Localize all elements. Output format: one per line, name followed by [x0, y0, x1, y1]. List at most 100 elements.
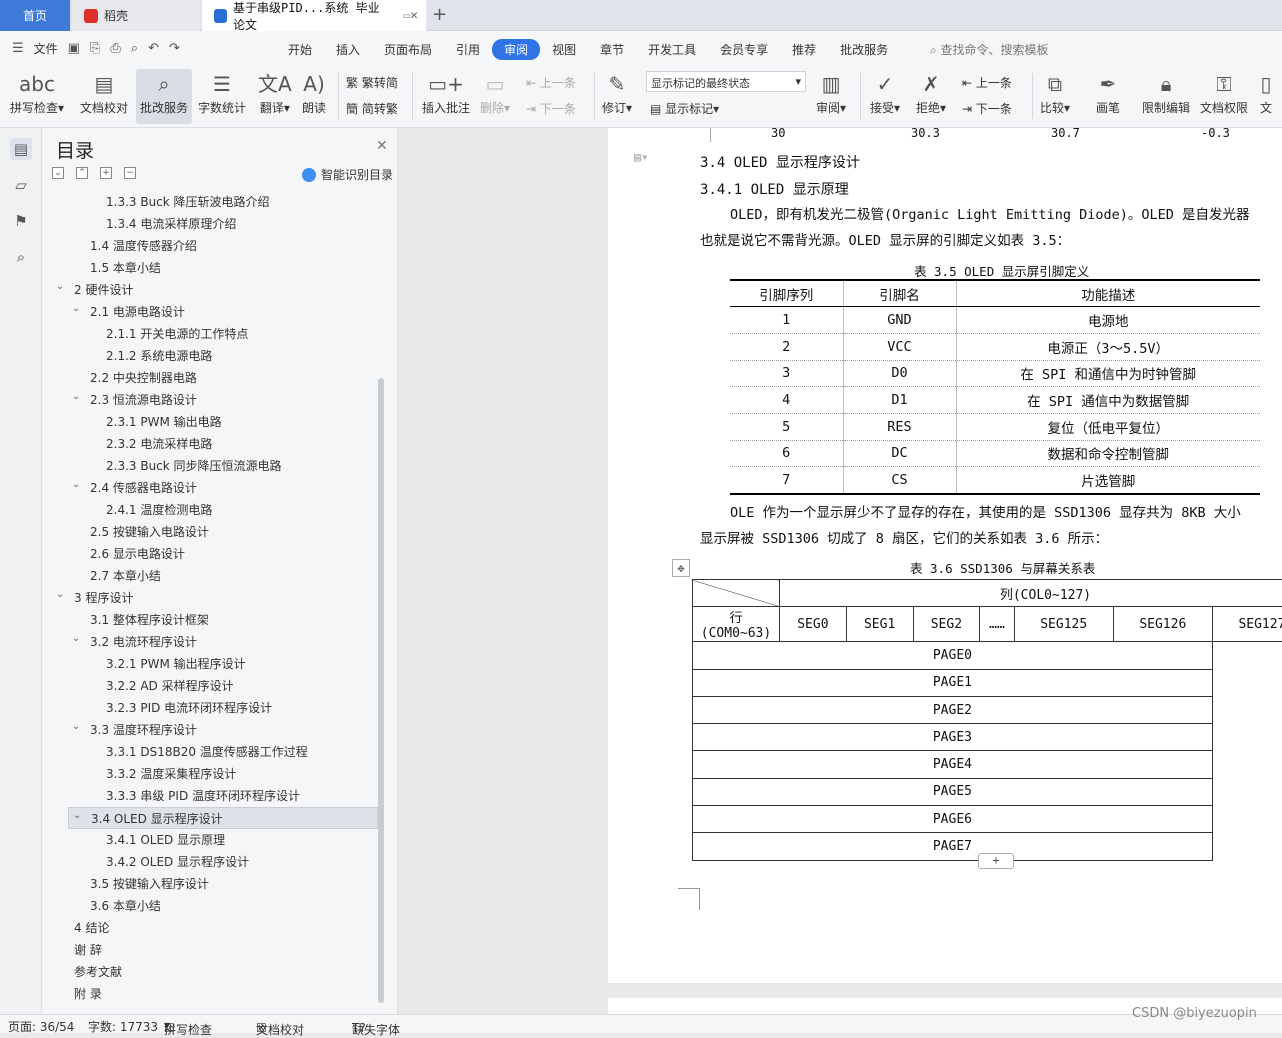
toc-nav-icon[interactable]: ▤ [10, 138, 32, 160]
ribbon-tab[interactable]: 视图 [540, 39, 588, 60]
toc-item[interactable]: 2.3.2 电流采样电路 [42, 433, 378, 455]
toc-item[interactable]: 2.1.2 系统电源电路 [42, 345, 378, 367]
toc-item[interactable]: ⌄2.4 传感器电路设计 [42, 477, 378, 499]
tab-daoke[interactable]: 稻壳 [72, 0, 200, 31]
review-pane-button[interactable]: ▥审阅▾ [816, 69, 846, 116]
chevron-down-icon[interactable]: ⌄ [72, 386, 80, 408]
toc-item[interactable]: ⌄2.3 恒流源电路设计 [42, 389, 378, 411]
ribbon-tab[interactable]: 章节 [588, 39, 636, 60]
ribbon-tab[interactable]: 批改服务 [828, 39, 900, 60]
ribbon-tab[interactable]: 引用 [444, 39, 492, 60]
read-aloud-button[interactable]: A)朗读 [302, 69, 326, 116]
paragraph-marker-icon[interactable]: ▤▾ [634, 150, 648, 164]
toc-item[interactable]: 2.1.1 开关电源的工作特点 [42, 323, 378, 345]
close-icon[interactable]: ✕ [376, 138, 388, 154]
toc-item[interactable]: 3.3.1 DS18B20 温度传感器工作过程 [42, 741, 378, 763]
ribbon-tab[interactable]: 开发工具 [636, 39, 708, 60]
toc-item[interactable]: 参考文献 [42, 961, 378, 983]
chapter-nav-icon[interactable]: ▱ [10, 174, 32, 196]
pin-icon[interactable]: ▭ [404, 9, 411, 22]
reject-button[interactable]: ✗拒绝▾ [916, 69, 946, 116]
page-indicator[interactable]: 页面: 36/54 [8, 1018, 74, 1035]
toc-item[interactable]: ⌄3.3 温度环程序设计 [42, 719, 378, 741]
collapse-all-icon[interactable]: ⌄ [52, 167, 64, 179]
toc-item[interactable]: 3.2.3 PID 电流环闭环程序设计 [42, 697, 378, 719]
chevron-down-icon[interactable]: ⌄ [72, 474, 80, 496]
print-preview-icon[interactable]: ⌕ [131, 41, 138, 56]
toc-item[interactable]: 3.3.2 温度采集程序设计 [42, 763, 378, 785]
toc-item[interactable]: ⌄2 硬件设计 [42, 279, 378, 301]
toc-item[interactable]: 2.6 显示电路设计 [42, 543, 378, 565]
toc-item[interactable]: 3.6 本章小结 [42, 895, 378, 917]
tab-document[interactable]: 基于串级PID...系统 毕业论文▭✕ [202, 0, 426, 31]
toc-scrollbar[interactable] [378, 378, 384, 1003]
toc-item[interactable]: 4 结论 [42, 917, 378, 939]
toc-item[interactable]: 1.4 温度传感器介绍 [42, 235, 378, 257]
markup-state-select[interactable]: 显示标记的最终状态▾ [646, 71, 806, 92]
close-tab-icon[interactable]: ✕ [410, 8, 418, 23]
prev-change-button[interactable]: ⇤ 上一条 [962, 74, 1012, 91]
add-row-button[interactable]: + [978, 853, 1014, 869]
toc-item[interactable]: 1.3.4 电流采样原理介绍 [42, 213, 378, 235]
undo-icon[interactable]: ↶ [148, 41, 159, 56]
next-change-button[interactable]: ⇥ 下一条 [962, 100, 1012, 117]
file-menu[interactable]: 文件 [34, 40, 58, 57]
new-tab-icon[interactable]: + [432, 4, 447, 25]
toc-item[interactable]: ⌄2.1 电源电路设计 [42, 301, 378, 323]
add-heading-icon[interactable]: + [100, 167, 112, 179]
toc-item[interactable]: 2.3.1 PWM 输出电路 [42, 411, 378, 433]
doc-more-button[interactable]: ▯文 [1260, 69, 1272, 116]
insert-comment-button[interactable]: ▭+插入批注 [422, 69, 470, 116]
table-move-handle-icon[interactable]: ✥ [672, 559, 690, 577]
ribbon-tab[interactable]: 插入 [324, 39, 372, 60]
toc-item[interactable]: 3.2.1 PWM 输出程序设计 [42, 653, 378, 675]
tab-home[interactable]: 首页 [0, 0, 70, 31]
redo-icon[interactable]: ↷ [169, 41, 180, 56]
delete-comment-button[interactable]: ▭删除▾ [480, 69, 510, 116]
doc-rights-button[interactable]: ⚿文档权限 [1200, 69, 1248, 116]
ribbon-tab[interactable]: 页面布局 [372, 39, 444, 60]
save-icon[interactable]: ▣ [68, 41, 80, 56]
review-service-button[interactable]: ⌕批改服务 [136, 69, 192, 124]
compare-button[interactable]: ⧉比较▾ [1040, 69, 1070, 116]
spell-check-button[interactable]: abc拼写检查▾ [10, 69, 64, 116]
smart-toc-button[interactable]: 智能识别目录 [302, 166, 393, 183]
show-markup-button[interactable]: ▤ 显示标记▾ [650, 100, 719, 117]
toc-item[interactable]: ⌄3.4 OLED 显示程序设计 [68, 807, 378, 829]
print-icon[interactable]: ⎙ [110, 41, 120, 56]
toc-item[interactable]: 1.3.3 Buck 降压斩波电路介绍 [42, 191, 378, 213]
toc-item[interactable]: 谢 辞 [42, 939, 378, 961]
bookmark-icon[interactable]: ⚑ [10, 210, 32, 232]
to-traditional-button[interactable]: 繁 繁转简 [346, 74, 398, 91]
toc-item[interactable]: 2.3.3 Buck 同步降压恒流源电路 [42, 455, 378, 477]
toc-item[interactable]: 3.2.2 AD 采样程序设计 [42, 675, 378, 697]
toc-item[interactable]: 3.4.1 OLED 显示原理 [42, 829, 378, 851]
track-changes-button[interactable]: ✎修订▾ [602, 69, 632, 116]
toc-item[interactable]: 2.5 按键输入电路设计 [42, 521, 378, 543]
word-count-button[interactable]: ☰字数统计 [198, 69, 246, 116]
toc-item[interactable]: ⌄3 程序设计 [42, 587, 378, 609]
chevron-down-icon[interactable]: ⌄ [72, 716, 80, 738]
prev-comment-button[interactable]: ⇤ 上一条 [526, 74, 576, 91]
toc-item[interactable]: 3.1 整体程序设计框架 [42, 609, 378, 631]
ribbon-tab[interactable]: 审阅 [492, 39, 540, 60]
doc-proof-button[interactable]: ▤文档校对 [80, 69, 128, 116]
toc-item[interactable]: 3.5 按键输入程序设计 [42, 873, 378, 895]
restrict-editing-button[interactable]: 🔒︎限制编辑 [1142, 69, 1190, 116]
word-count-indicator[interactable]: 字数: 17733 [88, 1018, 158, 1035]
chevron-down-icon[interactable]: ⌄ [73, 805, 81, 827]
accept-button[interactable]: ✓接受▾ [870, 69, 900, 116]
search-icon[interactable]: ⌕ [10, 246, 32, 268]
ribbon-tab[interactable]: 开始 [276, 39, 324, 60]
toc-item[interactable]: 2.2 中央控制器电路 [42, 367, 378, 389]
pen-button[interactable]: ✒画笔 [1096, 69, 1120, 116]
chevron-down-icon[interactable]: ⌄ [72, 298, 80, 320]
ribbon-tab[interactable]: 会员专享 [708, 39, 780, 60]
export-pdf-icon[interactable]: ⎘ [90, 41, 100, 56]
toc-item[interactable]: 3.4.2 OLED 显示程序设计 [42, 851, 378, 873]
toc-item[interactable]: 1.5 本章小结 [42, 257, 378, 279]
toc-item[interactable]: 附 录 [42, 983, 378, 1005]
ribbon-tab[interactable]: 推荐 [780, 39, 828, 60]
chevron-down-icon[interactable]: ⌄ [72, 628, 80, 650]
toc-item[interactable]: ⌄3.2 电流环程序设计 [42, 631, 378, 653]
